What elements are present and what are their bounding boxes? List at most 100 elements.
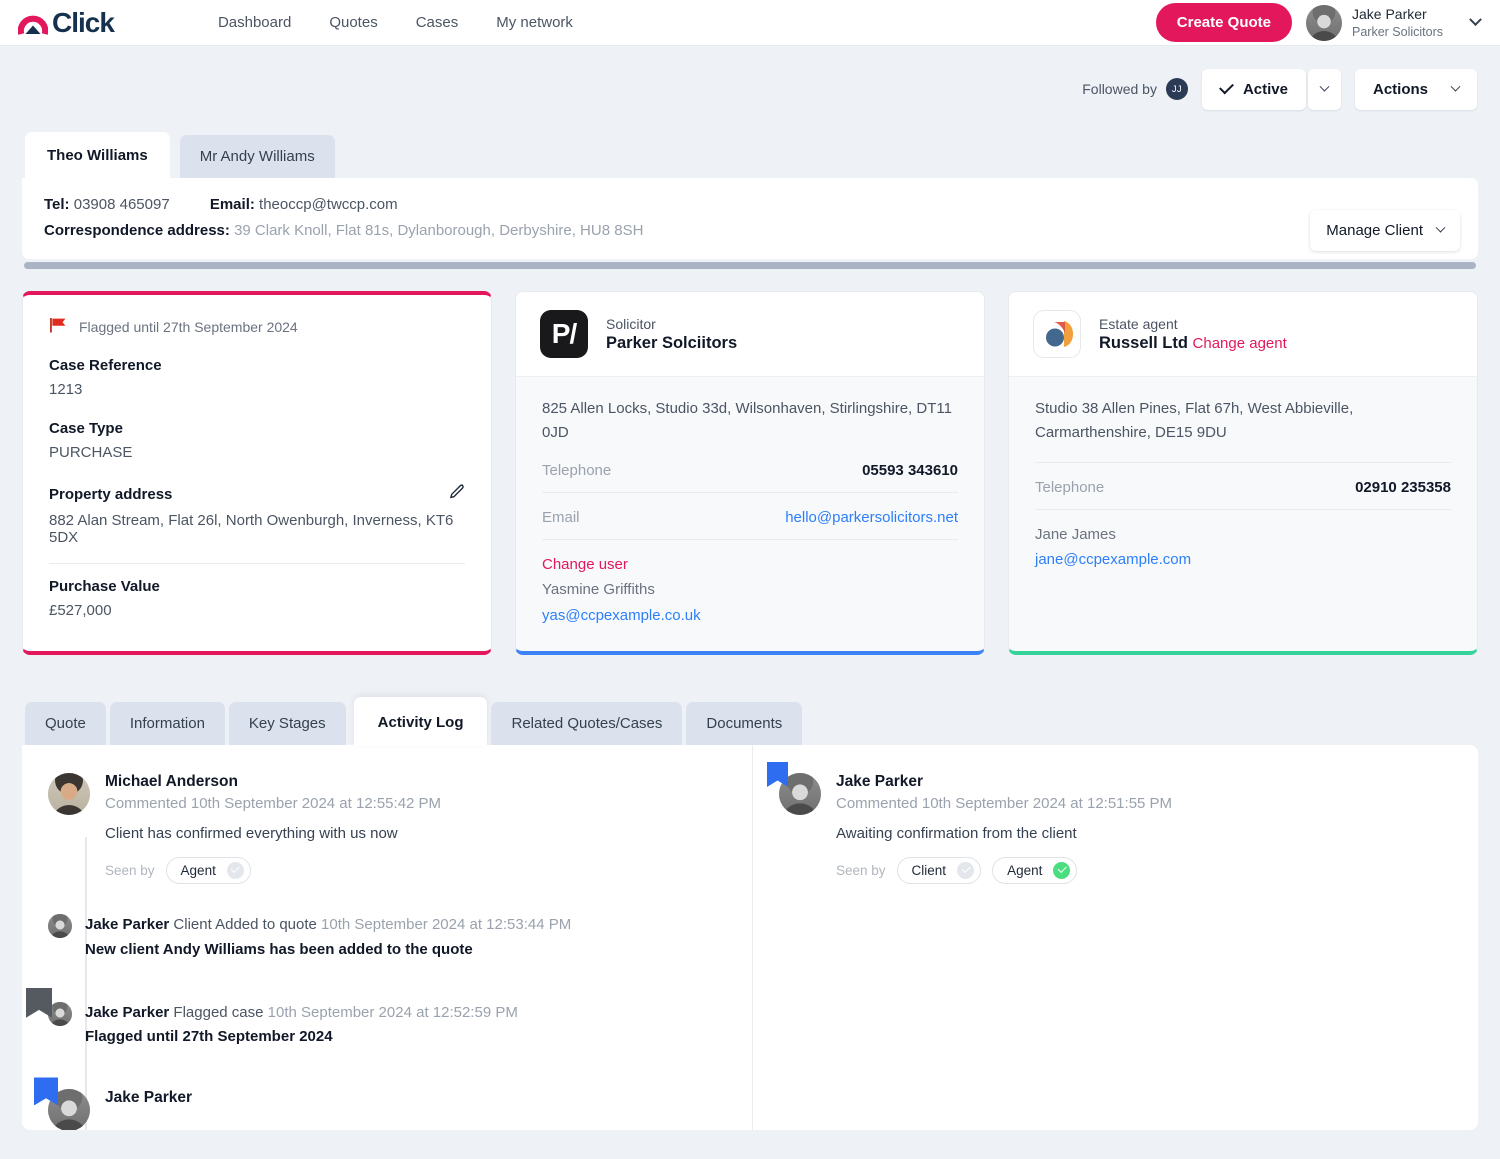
seen-by-badge-client[interactable]: Client: [896, 856, 982, 884]
event-action: Flagged case: [173, 1003, 264, 1021]
solicitor-card-header: P/ Solicitor Parker Solciitors: [516, 292, 984, 377]
detail-tabs-panel: Quote Information Key Stages Activity Lo…: [22, 696, 1478, 1130]
client-contact-line: Tel: 03908 465097 Email: theoccp@twccp.c…: [44, 196, 1456, 213]
avatar: [1306, 4, 1342, 41]
user-menu[interactable]: Jake Parker Parker Solicitors: [1306, 4, 1443, 41]
estate-agent-contact-email[interactable]: jane@ccpexample.com: [1035, 547, 1451, 573]
tab-related-quotes-cases[interactable]: Related Quotes/Cases: [491, 701, 683, 745]
seen-by-badge-agent[interactable]: Agent: [165, 856, 251, 884]
primary-nav: Dashboard Quotes Cases My network: [218, 14, 573, 31]
edit-icon[interactable]: [448, 483, 465, 505]
check-icon: [1219, 79, 1234, 95]
event-timestamp: 10th September 2024 at 12:52:59 PM: [267, 1003, 518, 1021]
estate-agent-card-body: Studio 38 Allen Pines, Flat 67h, West Ab…: [1009, 377, 1477, 595]
manage-client-button[interactable]: Manage Client: [1310, 210, 1460, 251]
avatar: [48, 772, 90, 815]
check-circle-icon: [1053, 861, 1071, 879]
case-reference-label: Case Reference: [49, 357, 162, 374]
page-content: Followed by JJ Active Actions Theo Willi…: [0, 46, 1500, 1130]
create-quote-button[interactable]: Create Quote: [1155, 3, 1292, 42]
seen-by-row: Seen by Client Agent: [836, 856, 1452, 884]
estate-agent-kicker: Estate agent: [1099, 315, 1178, 332]
estate-agent-card: Estate agent Russell Ltd Change agent St…: [1008, 291, 1478, 655]
manage-client-label: Manage Client: [1326, 222, 1423, 239]
property-address-field: Property address 882 Alan Stream, Flat 2…: [49, 483, 465, 546]
summary-cards: Flagged until 27th September 2024 Case R…: [22, 291, 1478, 655]
tab-quote[interactable]: Quote: [25, 701, 106, 745]
client-tab-theo-williams[interactable]: Theo Williams: [25, 132, 170, 178]
estate-agent-telephone-value: 02910 235358: [1355, 478, 1451, 496]
chevron-down-icon: [1319, 81, 1330, 92]
property-address-value: 882 Alan Stream, Flat 26l, North Owenbur…: [49, 512, 454, 546]
chevron-down-icon: [1435, 222, 1446, 233]
case-status-row: Followed by JJ Active Actions: [22, 46, 1478, 132]
active-status-button-group: Active: [1201, 68, 1341, 110]
bookmark-flag-icon: [767, 761, 788, 787]
avatar: [48, 913, 72, 938]
event-headline: Jake Parker Client Added to quote 10th S…: [85, 914, 571, 936]
actions-button[interactable]: Actions: [1354, 68, 1477, 110]
bookmark-flag-icon: [26, 987, 52, 1018]
case-divider: [49, 563, 465, 564]
comment-author: Michael Anderson: [105, 772, 238, 790]
activity-event: Jake Parker Flagged case 10th September …: [26, 987, 726, 1046]
event-headline: Jake Parker Flagged case 10th September …: [85, 1002, 518, 1024]
solicitor-telephone-label: Telephone: [542, 461, 612, 479]
follower-avatar[interactable]: JJ: [1165, 78, 1188, 100]
client-panel: Theo Williams Mr Andy Williams Tel: 0390…: [22, 132, 1478, 269]
estate-agent-logo-icon: [1033, 310, 1081, 358]
change-agent-link[interactable]: Change agent: [1193, 335, 1287, 352]
seen-by-row: Seen by Agent: [105, 856, 726, 884]
client-details-card: Tel: 03908 465097 Email: theoccp@twccp.c…: [22, 178, 1478, 259]
comment-author: Jake Parker: [105, 1089, 193, 1107]
activity-comment: Jake Parker Commented 10th September 202…: [767, 761, 1452, 884]
nav-item-dashboard[interactable]: Dashboard: [218, 14, 291, 31]
followed-by-label: Followed by: [1082, 81, 1157, 97]
solicitor-logo-icon: P/: [540, 310, 588, 358]
tab-documents[interactable]: Documents: [686, 701, 803, 745]
logo-wordmark: Click: [52, 6, 115, 38]
check-circle-icon: [957, 861, 975, 879]
horizontal-scrollbar[interactable]: [24, 262, 1476, 269]
nav-item-my-network[interactable]: My network: [496, 14, 573, 31]
tab-activity-log[interactable]: Activity Log: [353, 696, 488, 746]
comment-author: Jake Parker: [836, 772, 924, 790]
case-reference-value: 1213: [49, 381, 83, 398]
event-action: Client Added to quote: [173, 915, 317, 933]
solicitor-email-value[interactable]: hello@parkersolicitors.net: [785, 509, 958, 526]
solicitor-address: 825 Allen Locks, Studio 33d, Wilsonhaven…: [542, 400, 952, 442]
solicitor-contact-email[interactable]: yas@ccpexample.co.uk: [542, 603, 958, 629]
chevron-down-icon: [1450, 81, 1461, 92]
tab-key-stages[interactable]: Key Stages: [228, 701, 346, 745]
tab-information[interactable]: Information: [109, 701, 225, 745]
app-logo[interactable]: Click: [17, 6, 115, 39]
change-user-link[interactable]: Change user: [542, 552, 958, 578]
comment-meta: Commented 10th September 2024 at 12:51:5…: [836, 794, 1173, 812]
client-tab-andy-williams[interactable]: Mr Andy Williams: [179, 135, 335, 178]
nav-item-cases[interactable]: Cases: [416, 14, 459, 31]
estate-agent-contact-block: Jane James jane@ccpexample.com: [1035, 522, 1451, 574]
client-tel-value: 03908 465097: [73, 196, 170, 213]
event-detail: Flagged until 27th September 2024: [85, 1028, 333, 1046]
click-logo-icon: [17, 8, 49, 38]
user-organisation: Parker Solicitors: [1352, 24, 1443, 39]
seen-by-label: Seen by: [836, 862, 886, 878]
seen-by-badge-agent[interactable]: Agent: [992, 856, 1078, 884]
active-status-dropdown-button[interactable]: [1307, 68, 1341, 110]
user-name: Jake Parker: [1352, 5, 1427, 22]
actions-label: Actions: [1372, 80, 1428, 98]
active-status-button[interactable]: Active: [1201, 68, 1306, 110]
case-type-field: Case Type PURCHASE: [49, 420, 465, 461]
chevron-down-icon[interactable]: [1469, 13, 1482, 27]
activity-right-column: Jake Parker Commented 10th September 202…: [752, 744, 1478, 1130]
purchase-value-value: £527,000: [49, 602, 112, 619]
estate-agent-card-header: Estate agent Russell Ltd Change agent: [1009, 292, 1477, 377]
case-type-value: PURCHASE: [49, 444, 133, 461]
nav-item-quotes[interactable]: Quotes: [329, 14, 377, 31]
event-author: Jake Parker: [85, 915, 170, 933]
purchase-value-field: Purchase Value £527,000: [49, 578, 465, 619]
divider: [1035, 508, 1451, 510]
purchase-value-label: Purchase Value: [49, 578, 160, 595]
bookmark-flag-icon: [34, 1077, 58, 1106]
case-flag-text: Flagged until 27th September 2024: [79, 318, 298, 335]
